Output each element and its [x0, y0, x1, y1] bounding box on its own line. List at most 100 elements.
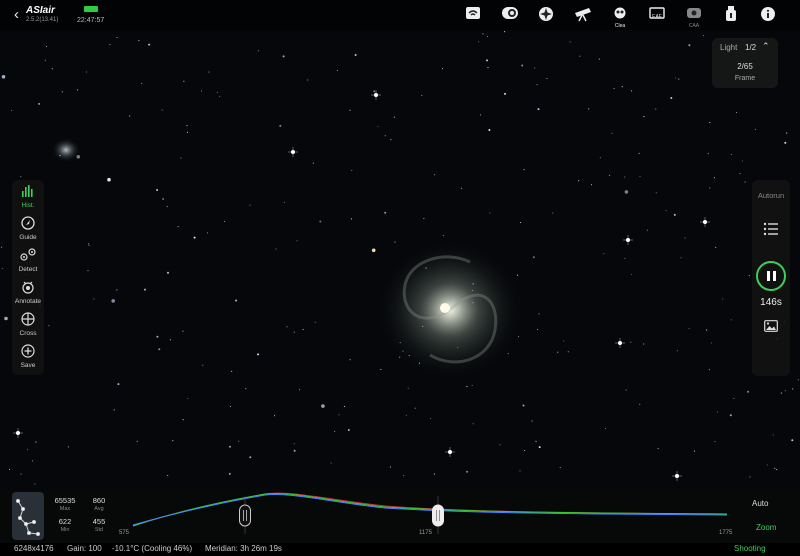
usb-icon[interactable] [722, 6, 740, 23]
star [88, 244, 90, 246]
star [524, 450, 526, 452]
tool-cross[interactable]: Cross [12, 310, 44, 342]
star [504, 92, 506, 95]
star [442, 234, 444, 237]
info-icon[interactable] [759, 6, 777, 23]
stat-max-label: Max [59, 506, 71, 512]
star [707, 153, 709, 155]
star [714, 440, 716, 443]
stat-max-value: 65535 [54, 496, 76, 505]
star [407, 387, 409, 389]
star [774, 467, 776, 469]
zoom-button[interactable]: Zoom [756, 523, 776, 532]
star [162, 198, 165, 200]
star [754, 128, 756, 130]
star [487, 35, 489, 38]
star [312, 162, 314, 164]
eaf-icon[interactable]: EAF [648, 6, 666, 23]
tool-save[interactable]: Save [12, 342, 44, 374]
image-icon[interactable] [764, 320, 778, 332]
telescope-icon[interactable] [574, 6, 592, 23]
star [111, 299, 115, 303]
star [249, 456, 252, 459]
star [488, 129, 491, 131]
black-point-handle[interactable] [239, 504, 251, 527]
star [223, 220, 226, 222]
star [1, 246, 3, 248]
star [182, 330, 184, 332]
tool-histogram[interactable]: Hist. [12, 182, 44, 214]
star [680, 257, 682, 259]
star [44, 59, 46, 61]
star [156, 335, 159, 338]
auto-stretch-button[interactable]: Auto [752, 499, 768, 508]
star [257, 50, 259, 52]
star [670, 97, 673, 99]
star [792, 388, 794, 390]
tool-annotate[interactable]: Annotate [12, 278, 44, 310]
star [347, 429, 350, 431]
star [673, 213, 676, 216]
stat-min-value: 622 [58, 517, 72, 526]
pause-button[interactable] [756, 261, 786, 291]
star [321, 404, 325, 408]
star [710, 342, 713, 344]
star [216, 91, 218, 93]
filter-wheel-icon[interactable]: Clea [611, 6, 629, 29]
constellation-icon [16, 499, 40, 536]
star [61, 91, 63, 93]
autorun-label[interactable]: Autorun [752, 191, 790, 200]
star [293, 449, 296, 452]
star [76, 155, 81, 159]
list-icon[interactable] [763, 222, 779, 236]
star [87, 270, 89, 272]
stat-max: 65535 Max [50, 496, 80, 512]
star [38, 102, 41, 105]
star [766, 464, 768, 466]
star [302, 328, 304, 331]
star [20, 176, 22, 178]
capture-panel: Autorun 146s [752, 180, 790, 376]
back-icon[interactable]: ‹ [14, 6, 19, 23]
star [422, 325, 424, 327]
star [393, 116, 395, 118]
star [631, 90, 633, 92]
midtone-handle[interactable] [432, 504, 444, 527]
star [624, 257, 626, 259]
focuser-icon[interactable] [537, 6, 555, 23]
star [238, 440, 240, 442]
star [9, 468, 11, 470]
chevron-up-icon[interactable]: ⌃ [762, 41, 770, 52]
stat-avg-label: Avg [94, 506, 104, 512]
star [399, 356, 401, 358]
star [722, 298, 724, 300]
eaf-label: EAF [652, 14, 662, 20]
star [136, 440, 138, 442]
star [116, 36, 118, 39]
star [578, 180, 580, 182]
wifi-icon[interactable] [464, 6, 482, 23]
star [390, 139, 392, 141]
star [141, 82, 143, 84]
tool-detect[interactable]: Detect [12, 246, 44, 278]
star [434, 174, 436, 176]
camera-icon[interactable] [501, 6, 519, 23]
star [472, 302, 474, 304]
star [319, 220, 322, 223]
tool-guide[interactable]: Guide [12, 214, 44, 246]
star [354, 54, 357, 56]
star [630, 273, 633, 276]
histogram-axis-right: 1775 [719, 530, 733, 536]
star [183, 80, 185, 82]
guide-camera-icon[interactable]: CAA [685, 6, 703, 29]
star [675, 77, 677, 79]
star [34, 483, 36, 485]
frame-panel[interactable]: Light 1/2 ⌃ 2/65 Frame [712, 38, 778, 88]
sky-image[interactable] [0, 0, 800, 556]
star [471, 384, 473, 387]
app-version: 2.5.2(13.41) [26, 17, 59, 23]
stat-std-value: 455 [92, 517, 106, 526]
star [350, 218, 353, 220]
star [716, 411, 718, 413]
constellation-map-button[interactable] [12, 492, 44, 540]
